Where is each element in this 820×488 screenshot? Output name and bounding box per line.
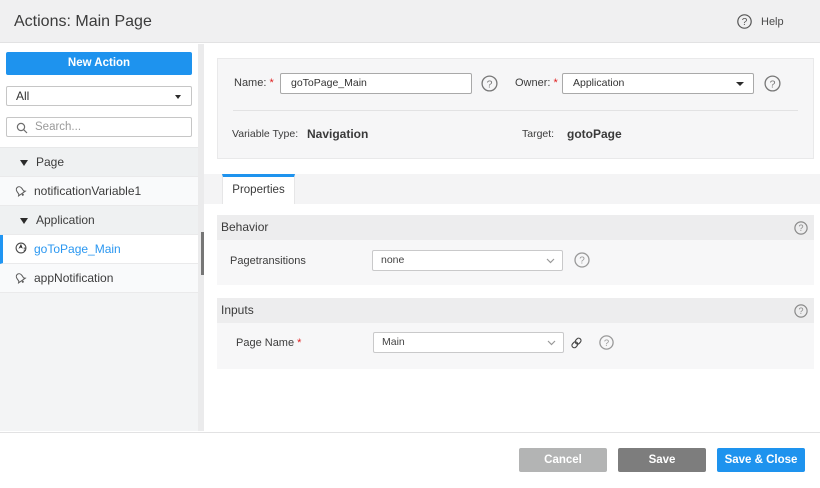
svg-text:?: ? (487, 78, 493, 90)
svg-text:?: ? (742, 17, 748, 28)
svg-text:?: ? (604, 338, 609, 349)
svg-text:?: ? (798, 306, 803, 316)
svg-text:?: ? (798, 223, 803, 233)
svg-text:?: ? (770, 78, 776, 90)
svg-text:?: ? (579, 256, 585, 267)
